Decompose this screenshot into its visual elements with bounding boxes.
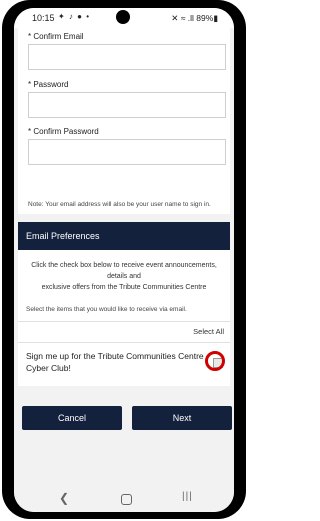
back-icon[interactable]: ❮ [59,491,69,505]
select-items-prompt: Select the items that you would like to … [26,306,187,313]
notification-icons: ✦ ♪ ● • [58,12,91,21]
password-label: * Password [28,80,69,89]
status-bar: 10:15 ✦ ♪ ● • ✕ ≈ .ll 89%▮ [14,8,234,28]
email-preferences-title: Email Preferences [26,231,100,241]
divider [18,321,230,322]
description-line: details and [107,273,141,280]
android-nav-bar: ❮ ||| [14,486,234,512]
confirm-password-field[interactable] [28,139,226,165]
username-note: Note: Your email address will also be yo… [28,201,211,208]
email-preferences-description: Click the check box below to receive eve… [24,260,224,293]
account-form: * Confirm Email * Password * Confirm Pas… [18,28,230,214]
recent-apps-icon[interactable]: ||| [182,491,193,502]
confirm-email-field[interactable] [28,44,226,70]
select-all-link[interactable]: Select All [193,327,224,336]
screen: 10:15 ✦ ♪ ● • ✕ ≈ .ll 89%▮ * Confirm Ema… [14,8,234,512]
next-button[interactable]: Next [132,406,232,430]
cancel-button[interactable]: Cancel [22,406,122,430]
front-camera-icon [116,10,130,24]
confirm-email-label: * Confirm Email [28,32,84,41]
confirm-password-label: * Confirm Password [28,127,99,136]
description-line: Click the check box below to receive eve… [31,262,217,269]
highlight-circle [205,351,225,371]
description-line: exclusive offers from the Tribute Commun… [41,284,207,291]
email-preferences-header: Email Preferences [18,222,230,250]
password-field[interactable] [28,92,226,118]
email-preferences-panel: Click the check box below to receive eve… [18,250,230,386]
home-icon[interactable] [121,494,132,505]
divider [18,342,230,343]
status-time: 10:15 [32,13,55,23]
cyber-club-label: Sign me up for the Tribute Communities C… [26,351,204,373]
battery-signal-status: ✕ ≈ .ll 89%▮ [171,13,218,23]
phone-frame: 10:15 ✦ ♪ ● • ✕ ≈ .ll 89%▮ * Confirm Ema… [2,0,246,519]
